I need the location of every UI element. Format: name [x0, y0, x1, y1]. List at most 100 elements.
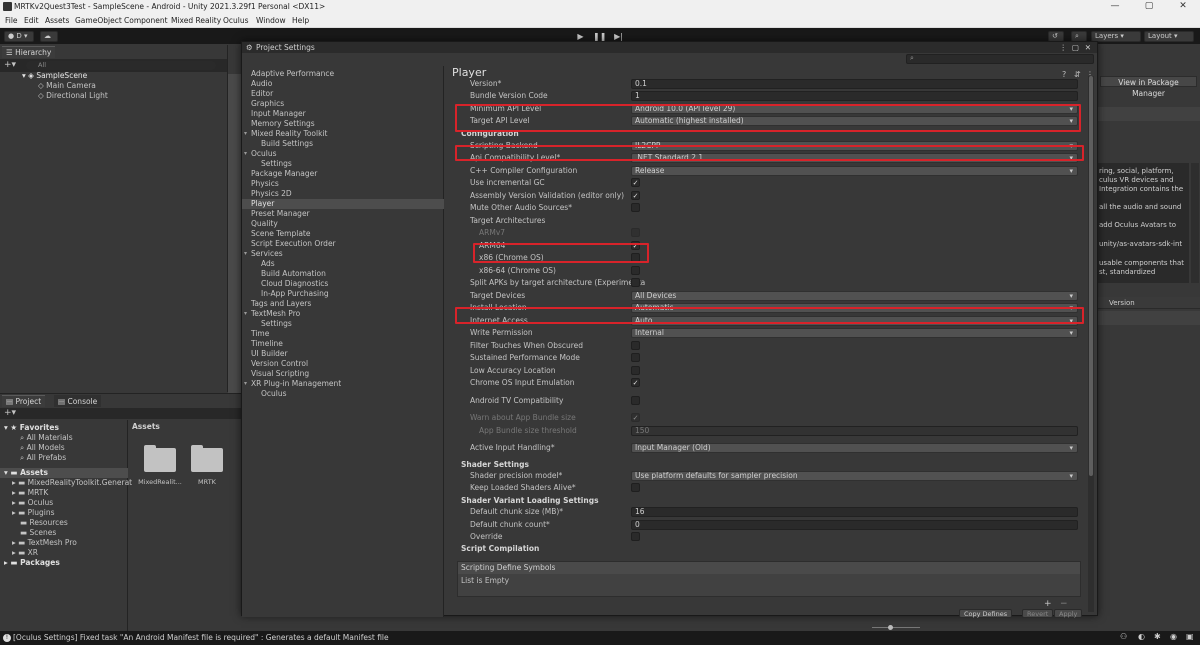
asset-folder[interactable]: ▸ ▬ TextMesh Pro — [12, 538, 77, 548]
favorite-item[interactable]: ⌕ All Prefabs — [20, 453, 66, 463]
setting-checkbox[interactable] — [631, 396, 640, 405]
layout-dropdown[interactable]: Layout ▾ — [1144, 31, 1194, 42]
tab-project[interactable]: ▤ Project — [2, 395, 46, 407]
nav-item[interactable]: Physics — [251, 179, 443, 189]
setting-text-field[interactable]: 1 — [631, 91, 1078, 101]
nav-item[interactable]: Physics 2D — [251, 189, 443, 199]
nav-item[interactable]: Settings — [261, 159, 453, 169]
asset-folder[interactable]: ▸ ▬ MRTK — [12, 488, 48, 498]
nav-item[interactable]: Visual Scripting — [251, 369, 443, 379]
setting-checkbox[interactable] — [631, 228, 640, 237]
nav-item[interactable]: Adaptive Performance — [251, 69, 443, 79]
setting-text-field[interactable]: 16 — [631, 507, 1078, 517]
settings-search-input[interactable]: ⌕ — [906, 54, 1094, 64]
packages-row[interactable]: ▸ ▬ Packages — [4, 558, 60, 568]
layers-dropdown[interactable]: Layers ▾ — [1091, 31, 1141, 42]
nav-item[interactable]: Build Settings — [261, 139, 453, 149]
nav-item[interactable]: Graphics — [251, 99, 443, 109]
expand-arrow-icon[interactable]: ▾ — [244, 149, 247, 159]
minimize-button[interactable]: — — [1098, 0, 1132, 14]
nav-item[interactable]: Package Manager — [251, 169, 443, 179]
setting-checkbox[interactable] — [631, 203, 640, 212]
favorite-item[interactable]: ⌕ All Materials — [20, 433, 73, 443]
expand-arrow-icon[interactable]: ▾ — [244, 249, 247, 259]
asset-folder[interactable]: ▸ ▬ XR — [12, 548, 38, 558]
asset-folder[interactable]: ▸ ▬ MixedRealityToolkit.Generat — [12, 478, 132, 488]
project-settings-titlebar[interactable]: ⚙ Project Settings ⋮ ▢ ✕ — [242, 42, 1097, 53]
close-window-button[interactable]: ✕ — [1166, 0, 1200, 14]
hierarchy-item[interactable]: ◇ Directional Light — [38, 91, 108, 101]
nav-item[interactable]: Tags and Layers — [251, 299, 443, 309]
menu-oculus[interactable]: Oculus — [223, 16, 249, 25]
expand-arrow-icon[interactable]: ▾ — [244, 379, 247, 389]
nav-item[interactable]: ▾ TextMesh Pro — [244, 309, 443, 319]
setting-checkbox[interactable]: ✓ — [631, 378, 640, 387]
setting-checkbox[interactable] — [631, 366, 640, 375]
menu-mixed-reality[interactable]: Mixed Reality — [171, 16, 221, 25]
tab-console[interactable]: ▤ Console — [54, 395, 102, 407]
setting-text-field[interactable]: 0.1 — [631, 79, 1078, 89]
nav-item[interactable]: ▾ Mixed Reality Toolkit — [244, 129, 443, 139]
menu-window[interactable]: Window — [256, 16, 286, 25]
hierarchy-search-input[interactable]: All — [26, 61, 216, 70]
notifications-icon[interactable]: ▣ — [1186, 632, 1194, 641]
add-icon[interactable]: +▾ — [4, 60, 16, 70]
setting-checkbox[interactable] — [631, 341, 640, 350]
add-asset-icon[interactable]: +▾ — [4, 408, 16, 418]
menu-edit[interactable]: Edit — [24, 16, 39, 25]
setting-checkbox[interactable] — [631, 353, 640, 362]
zoom-slider[interactable] — [862, 624, 942, 630]
status-message[interactable]: [Oculus Settings] Fixed task "An Android… — [13, 633, 389, 642]
asset-folder[interactable]: ▸ ▬ Oculus — [12, 498, 53, 508]
setting-checkbox[interactable]: ✓ — [631, 178, 640, 187]
nav-item[interactable]: Version Control — [251, 359, 443, 369]
nav-item[interactable]: UI Builder — [251, 349, 443, 359]
debug-icon[interactable]: ✱ — [1154, 632, 1161, 641]
nav-item[interactable]: Oculus — [261, 389, 453, 399]
tab-hierarchy[interactable]: ☰ Hierarchy — [2, 46, 56, 58]
setting-checkbox[interactable] — [631, 278, 640, 287]
setting-checkbox[interactable] — [631, 483, 640, 492]
setting-text-field[interactable]: 150 — [631, 426, 1078, 436]
favorites-row[interactable]: ▾ ★ Favorites — [4, 423, 59, 433]
apply-button[interactable]: Apply — [1054, 609, 1083, 618]
setting-text-field[interactable]: 0 — [631, 520, 1078, 530]
view-in-package-manager-button[interactable]: View in Package Manager — [1100, 76, 1197, 98]
nav-item[interactable]: ▾ Oculus — [244, 149, 443, 159]
nav-item[interactable]: Player — [242, 199, 444, 209]
menu-gameobject[interactable]: GameObject — [75, 16, 122, 25]
setting-checkbox[interactable] — [631, 532, 640, 541]
nav-item[interactable]: Ads — [261, 259, 453, 269]
nav-item[interactable]: Script Execution Order — [251, 239, 443, 249]
nav-item[interactable]: Quality — [251, 219, 443, 229]
nav-item[interactable]: Timeline — [251, 339, 443, 349]
account-button[interactable]: ● D ▾ — [4, 31, 34, 42]
asset-folder[interactable]: ▬ Scenes — [20, 528, 56, 538]
cloud-icon[interactable]: ☁ — [40, 31, 58, 42]
setting-checkbox[interactable] — [631, 266, 640, 275]
asset-folder[interactable]: ▬ Resources — [20, 518, 68, 528]
desc-scrollbar[interactable] — [1191, 163, 1199, 283]
cache-icon[interactable]: ◐ — [1138, 632, 1145, 641]
setting-dropdown[interactable]: Release — [631, 166, 1078, 176]
nav-item[interactable]: Memory Settings — [251, 119, 443, 129]
setting-dropdown[interactable]: Internal — [631, 328, 1078, 338]
nav-item[interactable]: Preset Manager — [251, 209, 443, 219]
nav-item[interactable]: Audio — [251, 79, 443, 89]
nav-item[interactable]: ▾ Services — [244, 249, 443, 259]
nav-item[interactable]: Scene Template — [251, 229, 443, 239]
hierarchy-item[interactable]: ◇ Main Camera — [38, 81, 96, 91]
expand-arrow-icon[interactable]: ▾ — [244, 129, 247, 139]
favorite-item[interactable]: ⌕ All Models — [20, 443, 65, 453]
copy-defines-button[interactable]: Copy Defines — [959, 609, 1013, 618]
menu-help[interactable]: Help — [292, 16, 309, 25]
setting-dropdown[interactable]: Use platform defaults for sampler precis… — [631, 471, 1078, 481]
visibility-icon[interactable]: ◉ — [1170, 632, 1177, 641]
menu-assets[interactable]: Assets — [45, 16, 69, 25]
remove-define-button[interactable]: − — [1060, 599, 1068, 609]
close-icon[interactable]: ✕ — [1085, 42, 1091, 53]
add-define-button[interactable]: + — [1044, 599, 1052, 609]
nav-item[interactable]: Editor — [251, 89, 443, 99]
setting-checkbox[interactable]: ✓ — [631, 191, 640, 200]
folder-icon[interactable] — [144, 445, 176, 472]
